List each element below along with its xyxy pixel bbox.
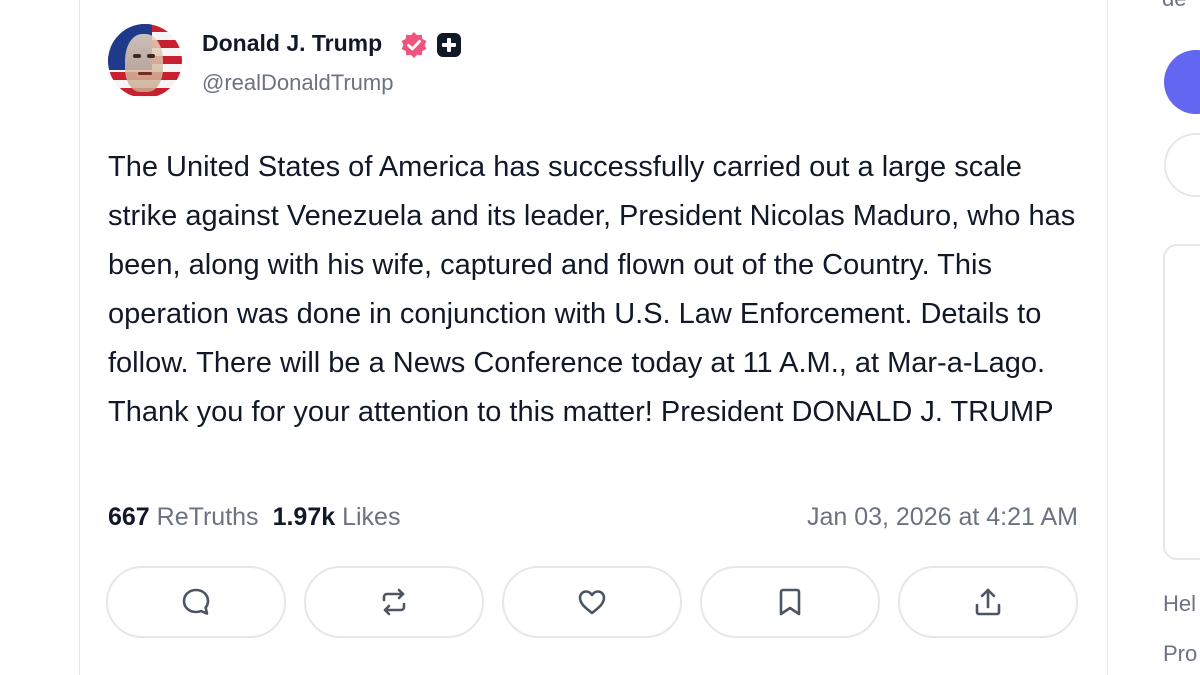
comment-icon <box>182 588 210 615</box>
post-text: The United States of America has success… <box>108 151 1076 428</box>
retruths-stat[interactable]: 667 ReTruths <box>108 503 259 531</box>
sidebar-secondary-button[interactable] <box>1164 133 1200 197</box>
post-stats: 667 ReTruths 1.97k Likes <box>108 503 400 532</box>
avatar-face <box>125 34 163 92</box>
share-button[interactable] <box>898 566 1078 638</box>
feed-left-border <box>79 0 80 675</box>
sidebar-primary-button[interactable] <box>1164 50 1200 114</box>
likes-label: Likes <box>342 503 401 531</box>
repost-icon <box>382 588 406 616</box>
retruths-count: 667 <box>108 503 150 531</box>
post-timestamp[interactable]: Jan 03, 2026 at 4:21 AM <box>807 503 1078 532</box>
share-icon <box>975 588 1001 616</box>
likes-stat[interactable]: 1.97k Likes <box>273 503 401 531</box>
like-button[interactable] <box>502 566 682 638</box>
retruths-label: ReTruths <box>156 503 259 531</box>
reply-button[interactable] <box>106 566 286 638</box>
heart-icon <box>578 590 606 615</box>
sidebar-heading-fragment: de <box>1162 0 1186 12</box>
avatar-eye-right <box>147 54 155 58</box>
bookmark-button[interactable] <box>700 566 880 638</box>
sidebar-card <box>1163 244 1200 560</box>
retruth-button[interactable] <box>304 566 484 638</box>
plus-badge-icon <box>437 33 461 57</box>
author-name[interactable]: Donald J. Trump <box>202 30 382 57</box>
verified-badge-icon <box>401 32 427 58</box>
avatar-mouth <box>138 72 152 75</box>
feed-right-border <box>1107 0 1108 675</box>
bookmark-icon <box>779 588 801 616</box>
avatar-eye-left <box>133 54 141 58</box>
author-avatar[interactable] <box>108 24 182 98</box>
likes-count: 1.97k <box>272 503 336 531</box>
author-handle[interactable]: @realDonaldTrump <box>202 70 393 96</box>
sidebar-link-pro[interactable]: Pro <box>1163 641 1197 667</box>
sidebar-link-help[interactable]: Hel <box>1163 591 1196 617</box>
